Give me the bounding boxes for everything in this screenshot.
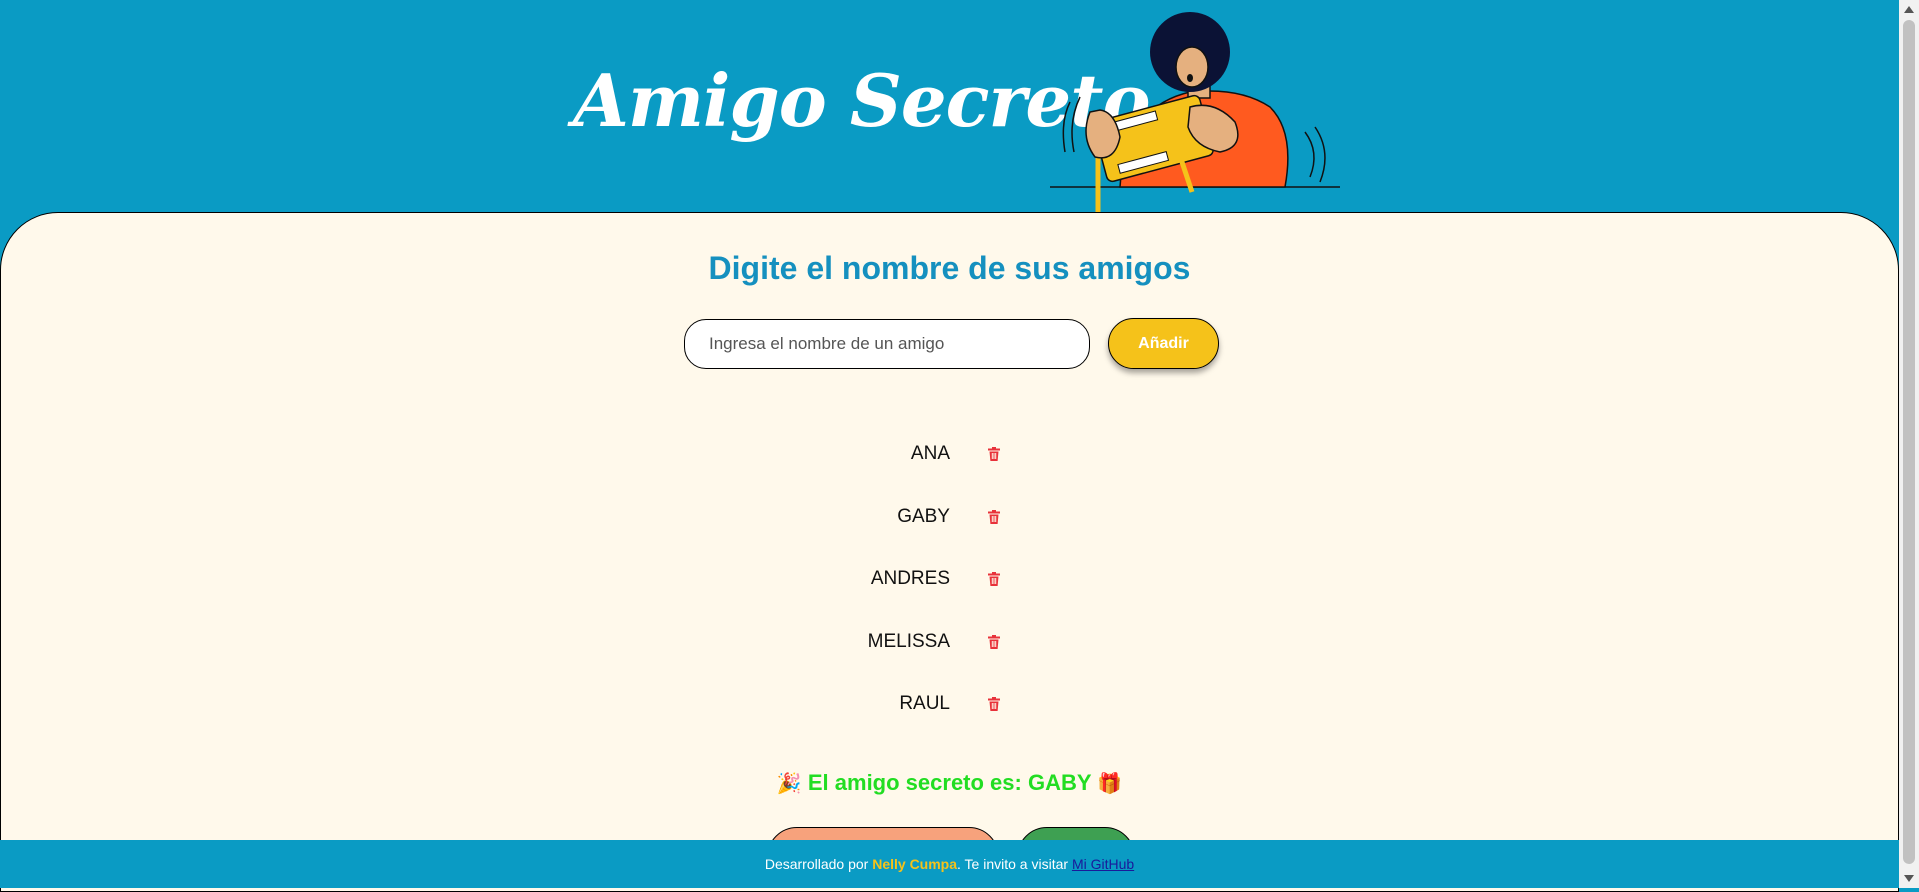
section-heading: Digite el nombre de sus amigos	[708, 250, 1191, 286]
add-button[interactable]: Añadir	[1108, 318, 1219, 369]
trash-icon[interactable]	[988, 697, 1000, 711]
trash-icon[interactable]	[988, 509, 1000, 524]
footer-middle: . Te invito a visitar	[957, 856, 1072, 872]
friend-name-input[interactable]	[684, 319, 1090, 369]
person-with-gift-illustration	[1050, 12, 1340, 214]
result-text: El amigo secreto es: GABY	[807, 770, 1092, 795]
footer-author: Nelly Cumpa	[872, 856, 958, 872]
secret-friend-result: 🎉 El amigo secreto es: GABY 🎁	[0, 770, 1899, 796]
gift-icon: 🎁	[1097, 771, 1123, 795]
trash-icon[interactable]	[988, 634, 1000, 649]
scroll-thumb[interactable]	[1903, 20, 1915, 864]
vertical-scrollbar[interactable]	[1899, 0, 1919, 888]
scroll-up-icon[interactable]	[1904, 6, 1914, 13]
footer: Desarrollado por Nelly Cumpa. Te invito …	[0, 840, 1899, 888]
footer-prefix: Desarrollado por	[764, 856, 873, 872]
scroll-down-icon[interactable]	[1904, 875, 1914, 882]
github-link[interactable]: Mi GitHub	[1072, 856, 1134, 872]
trash-icon[interactable]	[988, 447, 1000, 461]
app-header: Amigo Secreto	[0, 0, 1899, 214]
trash-icon[interactable]	[988, 572, 1000, 586]
party-icon: 🎉	[776, 771, 802, 795]
